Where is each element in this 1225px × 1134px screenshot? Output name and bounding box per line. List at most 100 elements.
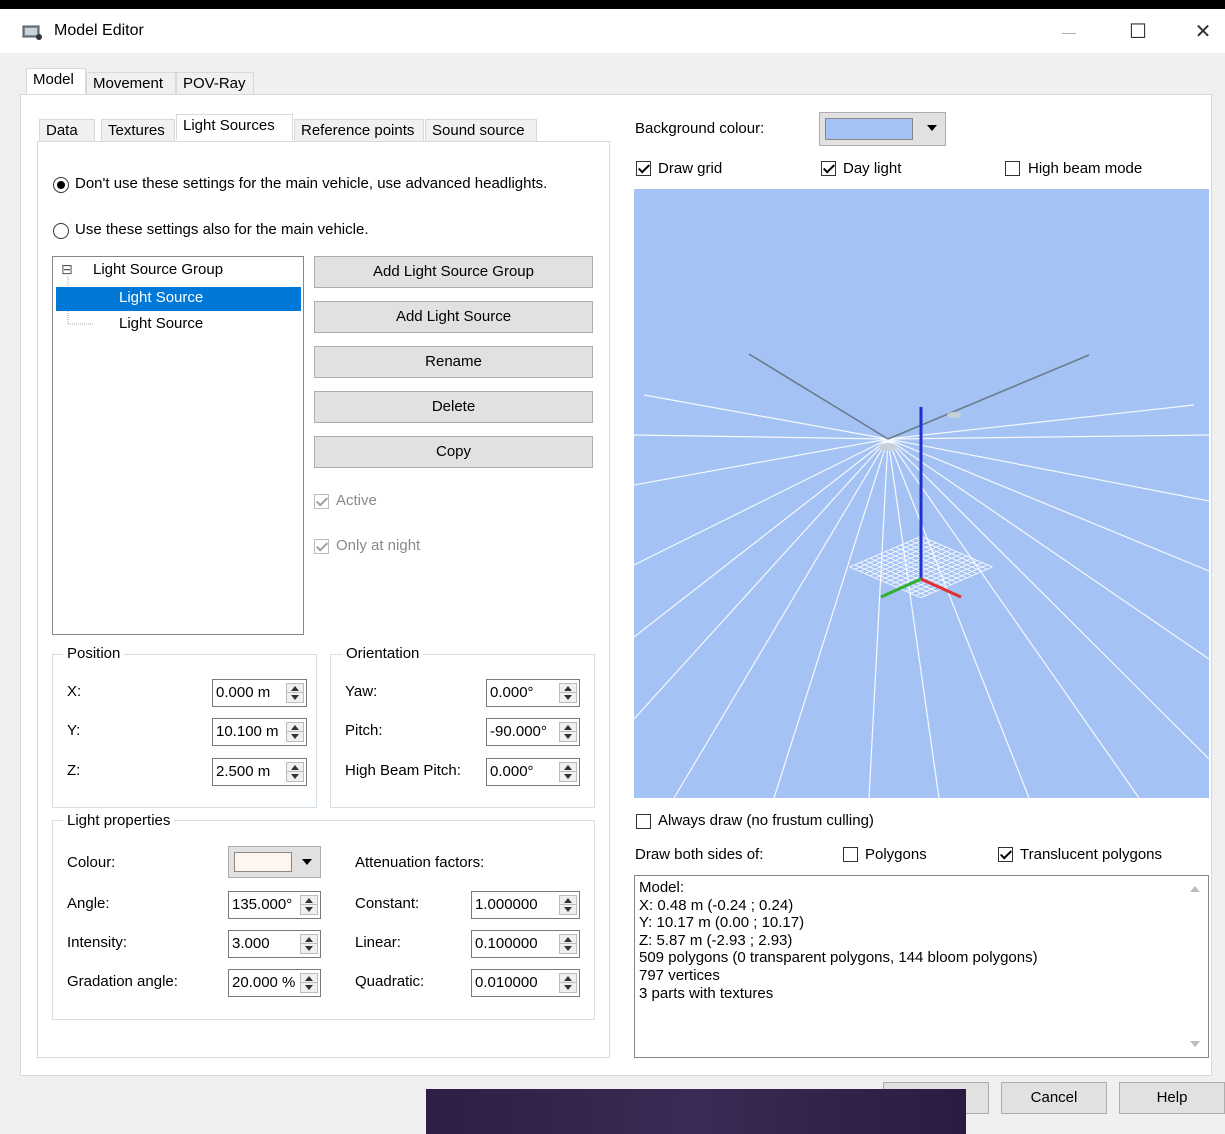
app-icon <box>22 25 42 40</box>
tab-movement[interactable]: Movement <box>86 72 176 94</box>
light-source-marker-2 <box>947 412 961 418</box>
colour-label: Colour: <box>67 854 116 871</box>
tab-textures[interactable]: Textures <box>101 119 175 141</box>
tree-group-label[interactable]: Light Source Group <box>93 261 223 278</box>
gradation-spin-arrows-icon[interactable] <box>300 973 318 993</box>
radio-use-for-main[interactable] <box>53 223 69 239</box>
attenuation-label: Attenuation factors: <box>355 854 485 871</box>
y-spin-arrows-icon[interactable] <box>286 722 304 742</box>
yaw-spin-arrows-icon[interactable] <box>559 683 577 703</box>
gradation-angle-value[interactable]: 20.000 % <box>232 974 296 991</box>
gradation-angle-spinbox[interactable]: 20.000 % <box>228 969 321 997</box>
yaw-label: Yaw: <box>345 683 378 700</box>
yaw-spinbox[interactable]: 0.000° <box>486 679 580 707</box>
x-label: X: <box>67 683 82 700</box>
draw-grid-checkbox[interactable] <box>636 161 651 176</box>
linear-value[interactable]: 0.100000 <box>475 935 555 952</box>
scroll-down-icon[interactable] <box>1190 1041 1200 1047</box>
title-bar[interactable]: Model Editor — ☐ ✕ <box>0 9 1225 53</box>
copy-button[interactable]: Copy <box>314 436 593 468</box>
intensity-value[interactable]: 3.000 <box>232 935 296 952</box>
high-beam-pitch-spinbox[interactable]: 0.000° <box>486 758 580 786</box>
y-spinbox[interactable]: 10.100 m <box>212 718 307 746</box>
constant-spin-arrows-icon[interactable] <box>559 895 577 915</box>
intensity-spin-arrows-icon[interactable] <box>300 934 318 954</box>
linear-spinbox[interactable]: 0.100000 <box>471 930 580 958</box>
angle-spinbox[interactable]: 135.000° <box>228 891 321 919</box>
polygons-checkbox[interactable] <box>843 847 858 862</box>
info-line: 797 vertices <box>639 966 720 984</box>
x-spinbox[interactable]: 0.000 m <box>212 679 307 707</box>
light-source-marker <box>879 443 897 451</box>
high-beam-pitch-value[interactable]: 0.000° <box>490 763 554 780</box>
background-colour-label: Background colour: <box>635 120 765 137</box>
quadratic-spinbox[interactable]: 0.010000 <box>471 969 580 997</box>
tree-collapse-icon[interactable]: ⊟ <box>61 261 73 278</box>
maximize-button[interactable]: ☐ <box>1115 17 1161 47</box>
position-group-title: Position <box>63 645 125 662</box>
quadratic-value[interactable]: 0.010000 <box>475 974 555 991</box>
light-colour-dropdown[interactable] <box>228 846 321 878</box>
tab-reference-points[interactable]: Reference points <box>294 119 424 141</box>
z-spin-arrows-icon[interactable] <box>286 762 304 782</box>
background-colour-dropdown[interactable] <box>819 112 946 146</box>
tab-pov-ray[interactable]: POV-Ray <box>176 72 254 94</box>
always-draw-checkbox[interactable] <box>636 814 651 829</box>
pitch-spin-arrows-icon[interactable] <box>559 722 577 742</box>
linear-spin-arrows-icon[interactable] <box>559 934 577 954</box>
y-value[interactable]: 10.100 m <box>216 723 278 740</box>
day-light-checkbox[interactable] <box>821 161 836 176</box>
high-beam-mode-checkbox[interactable] <box>1005 161 1020 176</box>
pitch-value[interactable]: -90.000° <box>490 723 554 740</box>
constant-label: Constant: <box>355 895 420 912</box>
x-spin-arrows-icon[interactable] <box>286 683 304 703</box>
3d-viewport[interactable] <box>634 189 1209 798</box>
yaw-value[interactable]: 0.000° <box>490 684 554 701</box>
tree-item-light-source-2[interactable]: Light Source <box>119 315 203 332</box>
model-info-textbox[interactable]: Model: X: 0.48 m (-0.24 ; 0.24) Y: 10.17… <box>634 875 1209 1058</box>
tab-data[interactable]: Data <box>39 119 95 141</box>
angle-value[interactable]: 135.000° <box>232 896 296 913</box>
constant-value[interactable]: 1.000000 <box>475 896 555 913</box>
radio-advanced-headlights[interactable] <box>53 177 69 193</box>
angle-spin-arrows-icon[interactable] <box>300 895 318 915</box>
constant-spinbox[interactable]: 1.000000 <box>471 891 580 919</box>
x-value[interactable]: 0.000 m <box>216 684 280 701</box>
tree-item-light-source-1[interactable]: Light Source <box>119 289 203 306</box>
close-button[interactable]: ✕ <box>1180 17 1225 47</box>
tab-model[interactable]: Model <box>26 68 86 94</box>
hbp-spin-arrows-icon[interactable] <box>559 762 577 782</box>
scroll-up-icon[interactable] <box>1190 886 1200 892</box>
intensity-label: Intensity: <box>67 934 128 951</box>
high-beam-mode-label: High beam mode <box>1028 160 1143 177</box>
orientation-group-title: Orientation <box>342 645 424 662</box>
minimize-button[interactable]: — <box>1046 17 1092 47</box>
info-line: Model: <box>639 879 685 896</box>
light-source-tree[interactable]: ⊟ Light Source Group Light Source Light … <box>52 256 304 635</box>
tab-light-sources[interactable]: Light Sources <box>176 114 293 140</box>
active-checkbox[interactable] <box>314 494 329 509</box>
gradation-angle-label: Gradation angle: <box>67 973 178 990</box>
translucent-polygons-label: Translucent polygons <box>1020 846 1163 863</box>
chevron-down-icon <box>302 859 312 865</box>
help-button[interactable]: Help <box>1119 1082 1225 1114</box>
tab-sound-source[interactable]: Sound source <box>425 119 537 141</box>
translucent-polygons-checkbox[interactable] <box>998 847 1013 862</box>
rename-button[interactable]: Rename <box>314 346 593 378</box>
only-at-night-checkbox[interactable] <box>314 539 329 554</box>
quadratic-spin-arrows-icon[interactable] <box>559 973 577 993</box>
draw-grid-label: Draw grid <box>658 160 723 177</box>
cancel-button[interactable]: Cancel <box>1001 1082 1107 1114</box>
z-spinbox[interactable]: 2.500 m <box>212 758 307 786</box>
add-light-source-group-button[interactable]: Add Light Source Group <box>314 256 593 288</box>
intensity-spinbox[interactable]: 3.000 <box>228 930 321 958</box>
window-title: Model Editor <box>54 22 144 39</box>
model-editor-window: Model Editor — ☐ ✕ Model Movement POV-Ra… <box>0 9 1225 1134</box>
polygons-label: Polygons <box>865 846 927 863</box>
delete-button[interactable]: Delete <box>314 391 593 423</box>
light-colour-swatch <box>234 852 292 872</box>
pitch-spinbox[interactable]: -90.000° <box>486 718 580 746</box>
z-label: Z: <box>67 762 81 779</box>
add-light-source-button[interactable]: Add Light Source <box>314 301 593 333</box>
z-value[interactable]: 2.500 m <box>216 763 280 780</box>
